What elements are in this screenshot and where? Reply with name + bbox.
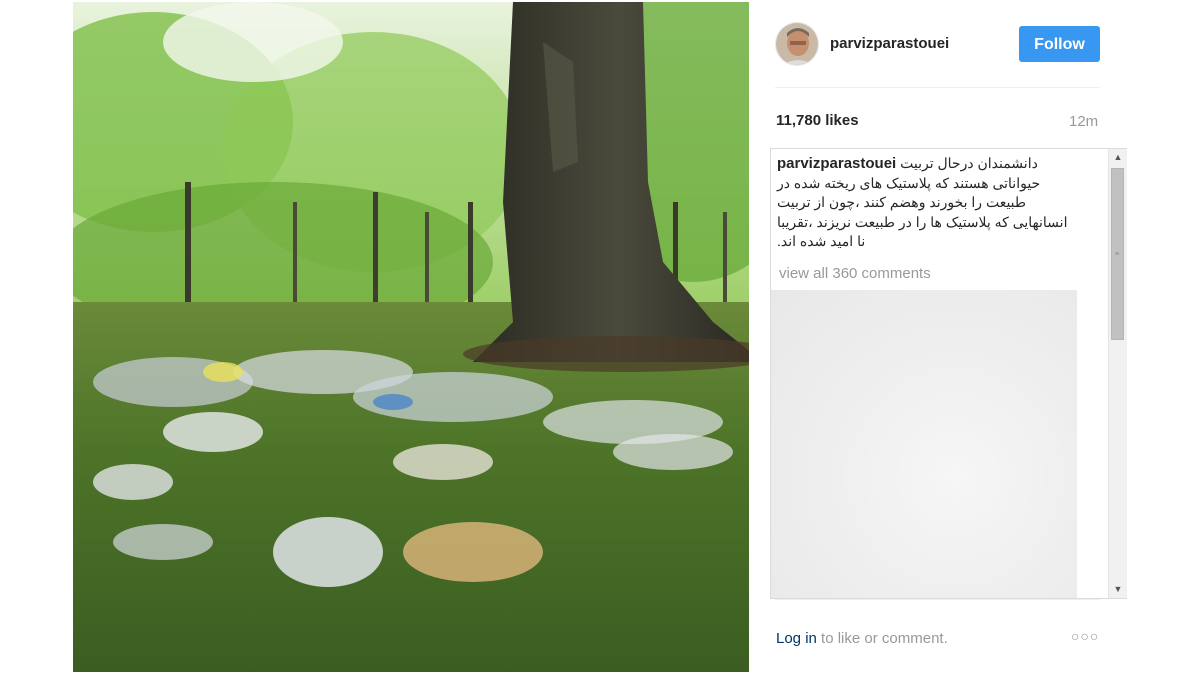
scroll-down-arrow-icon[interactable]: ▼ <box>1109 581 1127 598</box>
view-all-comments-link[interactable]: view all 360 comments <box>779 265 931 282</box>
blurred-comments-area <box>771 290 1077 598</box>
post-sidebar: parvizparastouei Follow 11,780 likes 12m… <box>749 0 1200 674</box>
footer-divider <box>775 599 1100 600</box>
post-username[interactable]: parvizparastouei <box>830 35 949 52</box>
scrollbar-thumb[interactable]: ≡ <box>1111 168 1124 340</box>
grip-icon: ≡ <box>1115 251 1120 258</box>
more-options-icon[interactable]: ○○○ <box>1071 628 1099 644</box>
login-prompt-text: to like or comment. <box>816 630 948 647</box>
scroll-up-arrow-icon[interactable]: ▲ <box>1109 149 1127 166</box>
post-photo[interactable] <box>73 2 749 672</box>
forest-litter-image <box>73 2 749 672</box>
comments-panel: parvizparastouei دانشمندان درحال تربیت ح… <box>770 148 1127 599</box>
login-link[interactable]: Log in <box>776 630 817 647</box>
comments-scrollbar[interactable]: ▲ ≡ ▼ <box>1108 149 1127 598</box>
post-caption: parvizparastouei دانشمندان درحال تربیت ح… <box>777 154 1079 252</box>
follow-button[interactable]: Follow <box>1019 26 1100 62</box>
post-header: parvizparastouei Follow <box>775 22 1100 66</box>
header-divider <box>775 87 1100 88</box>
caption-username[interactable]: parvizparastouei <box>777 155 896 172</box>
user-avatar[interactable] <box>775 22 819 66</box>
login-prompt: Log in to like or comment. <box>776 630 948 647</box>
likes-count[interactable]: 11,780 likes <box>776 112 859 129</box>
post-timestamp[interactable]: 12m <box>1069 113 1098 130</box>
